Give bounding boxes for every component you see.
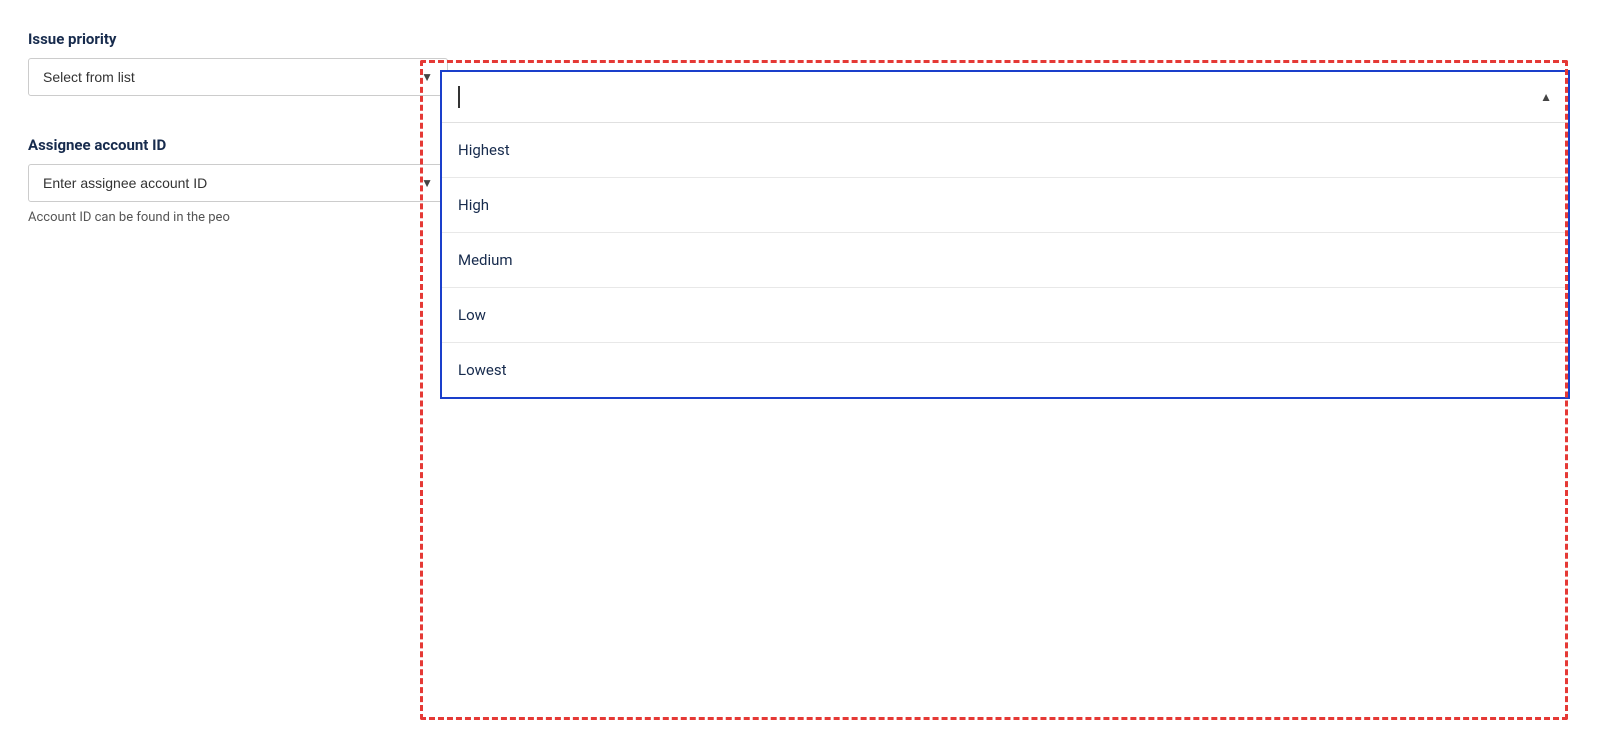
collapse-dropdown-button[interactable]: ▲	[1540, 90, 1552, 104]
left-panel: Issue priority Select from list ▼ Assign…	[28, 30, 448, 225]
priority-dropdown-panel: ▲ Highest High Medium Low Lowest	[440, 70, 1570, 399]
option-lowest[interactable]: Lowest	[442, 343, 1568, 397]
assignee-label: Assignee account ID	[28, 136, 448, 154]
issue-priority-placeholder: Select from list	[43, 69, 135, 85]
issue-priority-dropdown[interactable]: Select from list ▼	[28, 58, 448, 96]
assignee-hint: Account ID can be found in the peo	[28, 210, 448, 225]
issue-priority-label: Issue priority	[28, 30, 448, 48]
chevron-down-icon: ▼	[421, 70, 433, 84]
option-medium[interactable]: Medium	[442, 233, 1568, 288]
assignee-dropdown[interactable]: Enter assignee account ID ▼	[28, 164, 448, 202]
option-low[interactable]: Low	[442, 288, 1568, 343]
option-highest[interactable]: Highest	[442, 123, 1568, 178]
assignee-placeholder: Enter assignee account ID	[43, 175, 207, 191]
assignee-chevron-icon: ▼	[421, 176, 433, 190]
search-row: ▲	[442, 72, 1568, 123]
assignee-section: Assignee account ID Enter assignee accou…	[28, 136, 448, 225]
option-high[interactable]: High	[442, 178, 1568, 233]
search-cursor	[458, 86, 460, 108]
page-container: Issue priority Select from list ▼ Assign…	[0, 0, 1600, 736]
